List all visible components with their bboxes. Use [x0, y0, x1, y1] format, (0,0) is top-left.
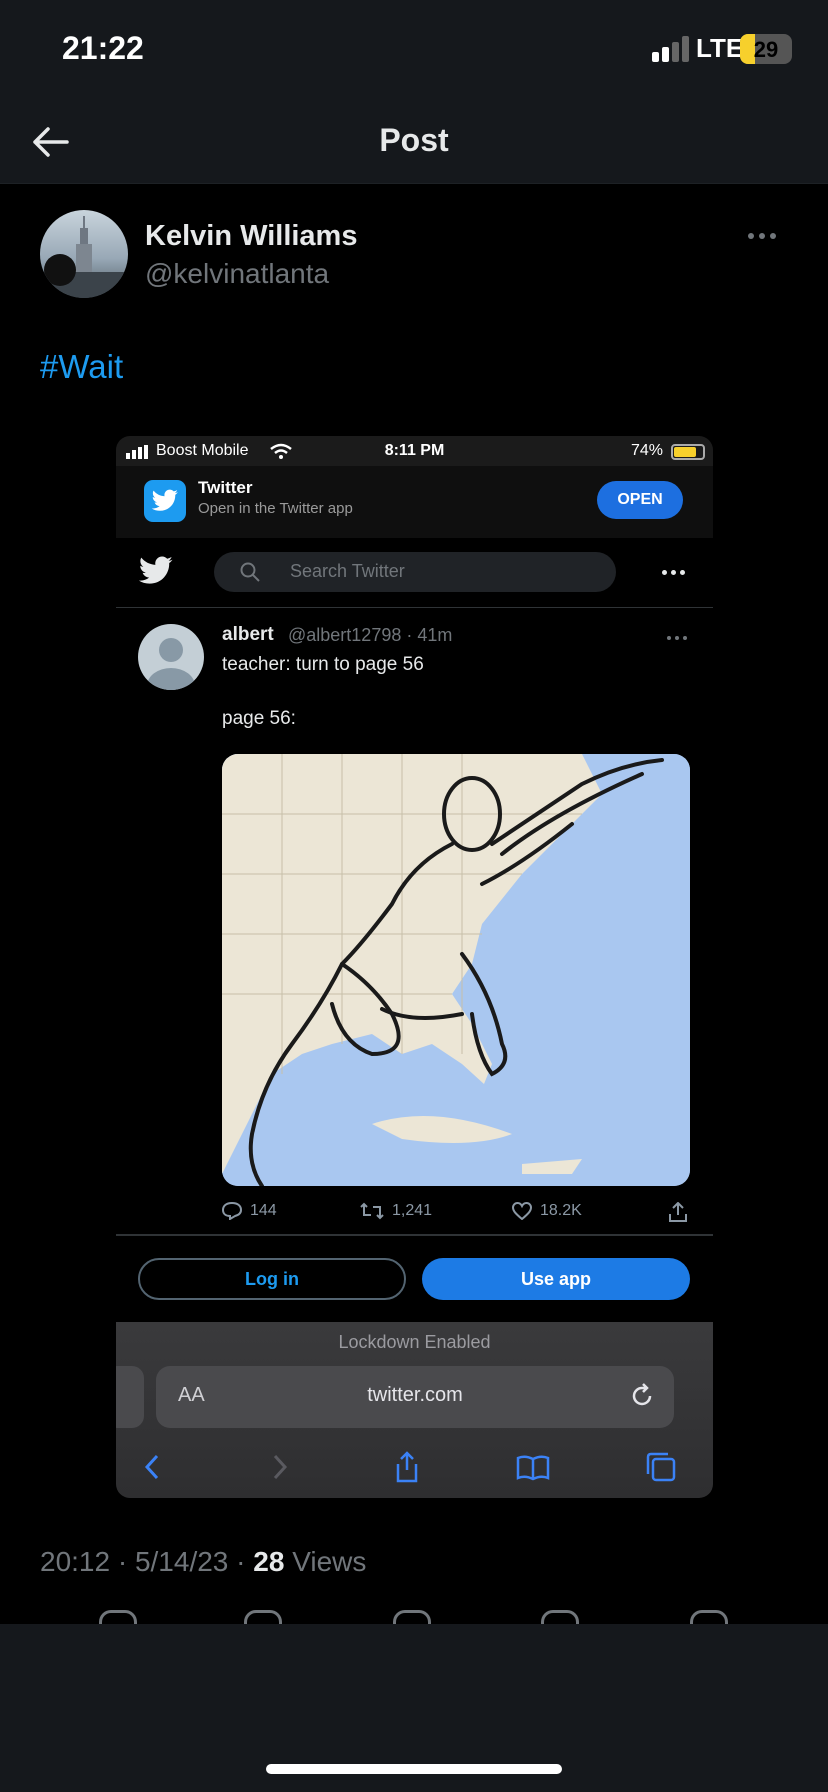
embedded-login-button: Log in [138, 1258, 406, 1300]
status-bar: 21:22 LTE 29 [0, 0, 828, 100]
search-icon [240, 562, 260, 582]
bookmark-icon[interactable] [541, 1610, 579, 1624]
more-options-button[interactable] [748, 226, 788, 246]
embedded-tweet-actions: 144 1,241 18.2K [222, 1202, 692, 1228]
embedded-status-bar: Boost Mobile 8:11 PM 74% [116, 436, 713, 466]
embedded-like-action: 18.2K [512, 1202, 582, 1220]
like-icon[interactable] [393, 1610, 431, 1624]
twitter-app-icon [144, 480, 186, 522]
banner-app-name: Twitter [198, 478, 253, 497]
like-count: 18.2K [540, 1202, 582, 1219]
embedded-divider [116, 1234, 713, 1236]
banner-subtitle: Open in the Twitter app [198, 500, 353, 517]
embedded-tweet-text-line1: teacher: turn to page 56 [222, 654, 424, 675]
embedded-safari-nav [116, 1440, 713, 1490]
search-placeholder: Search Twitter [290, 561, 405, 581]
embedded-url-bar: AA twitter.com [156, 1366, 674, 1428]
embedded-tweet-handle-time: @albert12798 · 41m [288, 625, 453, 645]
share-icon [669, 1202, 687, 1222]
author-handle[interactable]: @kelvinatlanta [145, 258, 329, 290]
embedded-search-field: Search Twitter [214, 552, 616, 592]
post-header: Post [0, 100, 828, 184]
status-time: 21:22 [62, 30, 144, 66]
lockdown-label: Lockdown Enabled [338, 1332, 491, 1352]
retweet-icon [360, 1202, 384, 1220]
reply-icon[interactable] [99, 1610, 137, 1624]
page-title: Post [379, 122, 449, 158]
home-indicator[interactable] [266, 1764, 562, 1774]
post-detail: Kelvin Williams @kelvinatlanta #Wait Boo… [0, 184, 828, 1624]
app-banner: Twitter Open in the Twitter app OPEN [116, 466, 713, 538]
cellular-signal-icon [652, 36, 689, 62]
heart-icon [512, 1202, 532, 1220]
embedded-retweet-action: 1,241 [360, 1202, 432, 1220]
views-label[interactable]: Views [284, 1546, 366, 1577]
battery-level: 29 [753, 37, 779, 62]
safari-share-icon [396, 1451, 418, 1483]
safari-forward-icon [273, 1454, 288, 1480]
embedded-tweet-text-line2: page 56: [222, 708, 296, 729]
post-actions-bar [0, 1610, 828, 1624]
embedded-prev-tab [116, 1366, 144, 1428]
banner-open-button: OPEN [597, 481, 683, 519]
embedded-battery-text: 74% [630, 442, 663, 459]
safari-bookmarks-icon [516, 1455, 550, 1481]
embedded-map-image [222, 754, 690, 1186]
embedded-more-icon [662, 570, 685, 575]
twitter-bird-icon [138, 556, 173, 584]
post-timestamp: 20:12 · 5/14/23 · [40, 1546, 254, 1577]
reply-icon [222, 1202, 242, 1220]
safari-tabs-icon [646, 1452, 676, 1482]
embedded-safari-toolbar: Lockdown Enabled AA twitter.com [116, 1322, 713, 1498]
embedded-battery-icon [671, 444, 705, 460]
share-icon[interactable] [690, 1610, 728, 1624]
embedded-tweet-more-icon [667, 636, 687, 640]
post-text-hashtag[interactable]: #Wait [40, 348, 123, 386]
embedded-tweet: albert @albert12798 · 41m teacher: turn … [116, 608, 713, 1228]
embedded-reply-action: 144 [222, 1202, 277, 1220]
battery-icon: 29 [740, 34, 792, 64]
reload-icon [632, 1383, 652, 1406]
author-avatar[interactable] [40, 210, 128, 298]
reply-count: 144 [250, 1202, 277, 1219]
retweet-icon[interactable] [244, 1610, 282, 1624]
safari-back-icon [144, 1454, 159, 1480]
embedded-share-action [668, 1202, 688, 1222]
embedded-url-text: twitter.com [367, 1384, 463, 1406]
embedded-use-app-button: Use app [422, 1258, 690, 1300]
avatar-building-image [40, 216, 128, 298]
embedded-top-bar: Search Twitter [116, 538, 713, 608]
post-media-screenshot[interactable]: Boost Mobile 8:11 PM 74% Twitter Open in… [116, 436, 713, 1498]
post-meta: 20:12 · 5/14/23 · 28 Views [40, 1546, 366, 1578]
embedded-time: 8:11 PM [384, 442, 445, 459]
network-type: LTE [696, 33, 744, 63]
views-count: 28 [253, 1546, 285, 1577]
author-name[interactable]: Kelvin Williams [145, 220, 357, 253]
embedded-tweet-author: albert [222, 624, 274, 645]
retweet-count: 1,241 [392, 1202, 433, 1219]
embedded-default-avatar [138, 624, 204, 690]
